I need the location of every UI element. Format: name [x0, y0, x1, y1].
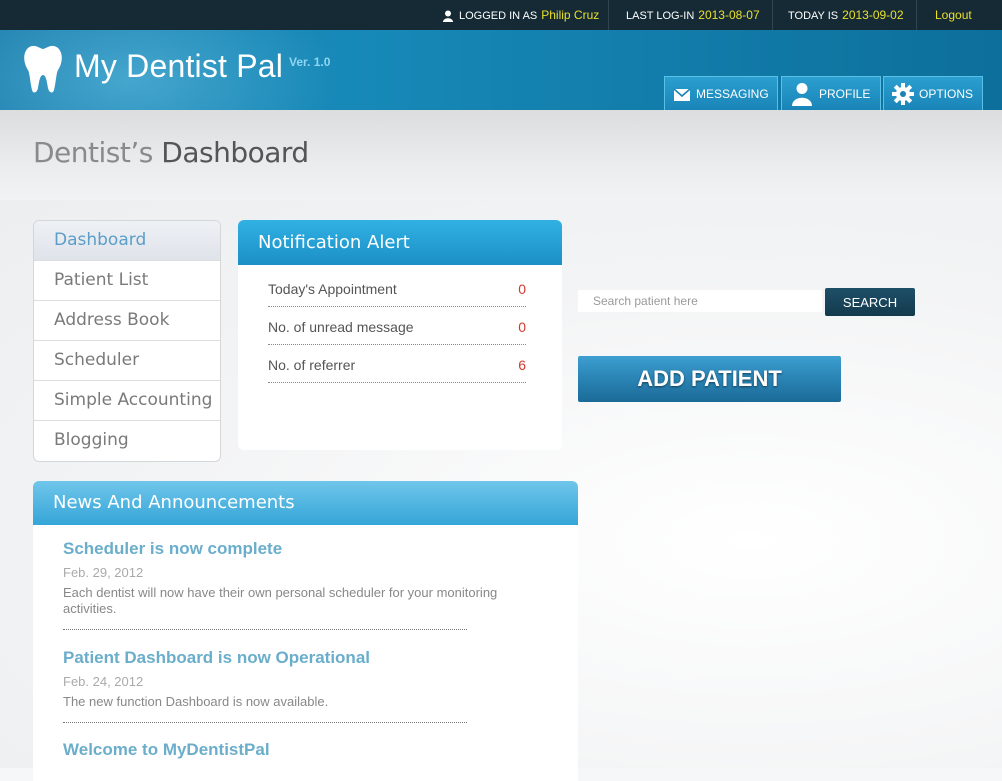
add-patient-button[interactable]: ADD PATIENT — [578, 356, 841, 402]
sidebar-item-dashboard[interactable]: Dashboard — [34, 221, 220, 261]
title-band: Dentist’s Dashboard — [0, 110, 1002, 200]
today-info: TODAY IS 2013-09-02 — [788, 0, 904, 30]
last-login-info: LAST LOG-IN 2013-08-07 — [626, 0, 760, 30]
sidebar-item-blogging[interactable]: Blogging — [34, 421, 220, 460]
search-patient-input[interactable] — [578, 290, 822, 312]
nav-profile-label: PROFILE — [819, 87, 871, 101]
search-button[interactable]: SEARCH — [825, 288, 915, 316]
last-login-date: 2013-08-07 — [698, 8, 760, 22]
notification-row-label: Today's Appointment — [268, 281, 397, 297]
news-item: Patient Dashboard is now Operational Feb… — [63, 648, 543, 710]
sidebar-item-address-book[interactable]: Address Book — [34, 301, 220, 341]
notification-row-label: No. of unread message — [268, 319, 414, 335]
news-item-title[interactable]: Scheduler is now complete — [63, 539, 543, 559]
notification-row-value[interactable]: 6 — [518, 357, 526, 373]
last-login-label: LAST LOG-IN — [626, 10, 695, 22]
gear-icon — [892, 83, 914, 105]
today-label: TODAY IS — [788, 10, 839, 22]
news-item-title[interactable]: Patient Dashboard is now Operational — [63, 648, 543, 668]
app-version: Ver. 1.0 — [289, 55, 331, 69]
page-title: Dentist’s Dashboard — [33, 136, 309, 169]
sidebar-item-scheduler[interactable]: Scheduler — [34, 341, 220, 381]
user-icon — [443, 10, 453, 23]
notification-row: Today's Appointment 0 — [268, 268, 526, 307]
nav-options-label: OPTIONS — [919, 87, 974, 101]
user-name: Philip Cruz — [541, 8, 600, 22]
news-item-body: The new function Dashboard is now availa… — [63, 694, 329, 709]
logged-in-info: LOGGED IN AS Philip Cruz — [443, 0, 599, 30]
envelope-icon — [673, 88, 691, 101]
news-item: Scheduler is now complete Feb. 29, 2012 … — [63, 539, 543, 617]
news-item-date: Feb. 29, 2012 — [63, 565, 144, 580]
app-header: My Dentist Pal Ver. 1.0 MESSAGING PROFIL… — [0, 30, 1002, 110]
nav-profile-button[interactable]: PROFILE — [781, 76, 881, 110]
notification-title: Notification Alert — [238, 220, 562, 265]
app-name: My Dentist Pal — [74, 48, 284, 84]
news-item: Welcome to MyDentistPal — [63, 740, 543, 760]
tooth-logo-icon — [24, 45, 62, 93]
news-item-date: Feb. 24, 2012 — [63, 674, 144, 689]
sidebar-item-patient-list[interactable]: Patient List — [34, 261, 220, 301]
news-title: News And Announcements — [33, 481, 578, 525]
logout-link[interactable]: Logout — [935, 8, 972, 22]
notification-row-value[interactable]: 0 — [518, 319, 526, 335]
sidebar-menu: Dashboard Patient List Address Book Sche… — [33, 220, 221, 462]
nav-messaging-button[interactable]: MESSAGING — [664, 76, 778, 110]
top-status-bar: LOGGED IN AS Philip Cruz LAST LOG-IN 2013-… — [0, 0, 1002, 30]
nav-messaging-label: MESSAGING — [696, 87, 769, 101]
today-date: 2013-09-02 — [842, 8, 904, 22]
nav-options-button[interactable]: OPTIONS — [883, 76, 983, 110]
notification-row-label: No. of referrer — [268, 357, 356, 373]
news-item-title[interactable]: Welcome to MyDentistPal — [63, 740, 543, 760]
news-panel: News And Announcements Scheduler is now … — [33, 481, 578, 781]
notification-row: No. of unread message 0 — [268, 306, 526, 345]
notification-panel: Notification Alert Today's Appointment 0… — [238, 220, 562, 450]
sidebar-item-simple-accounting[interactable]: Simple Accounting — [34, 381, 220, 421]
news-item-body: Each dentist will now have their own per… — [63, 585, 498, 616]
logged-in-label: LOGGED IN AS — [459, 10, 538, 22]
user-icon — [792, 83, 812, 106]
notification-row: No. of referrer 6 — [268, 344, 526, 383]
notification-row-value[interactable]: 0 — [518, 281, 526, 297]
